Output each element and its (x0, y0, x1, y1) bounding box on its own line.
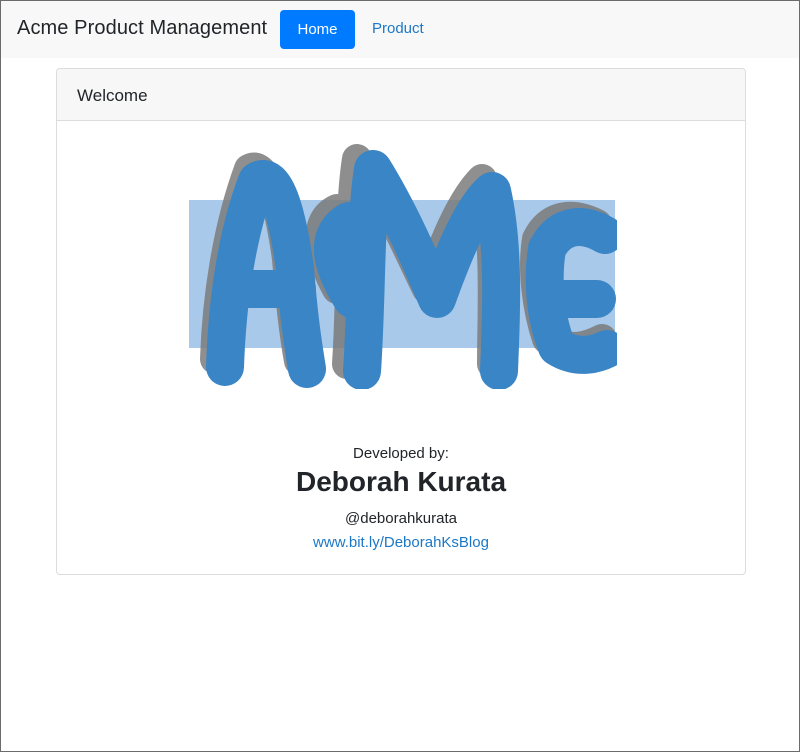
nav-product-link[interactable]: Product (372, 20, 424, 37)
developer-blog-link[interactable]: www.bit.ly/DeborahKsBlog (57, 534, 745, 551)
card-header-title: Welcome (77, 86, 148, 105)
developed-by-label: Developed by: (353, 445, 449, 462)
card-header: Welcome (57, 69, 745, 121)
nav-home-link[interactable]: Home (280, 10, 355, 49)
acme-logo (189, 144, 617, 389)
top-navbar: Acme Product Management Home Product (1, 1, 799, 58)
browser-viewport: Acme Product Management Home Product Wel… (0, 0, 800, 752)
navbar-brand[interactable]: Acme Product Management (17, 17, 267, 40)
developer-name: Deborah Kurata (295, 466, 507, 497)
welcome-card: Welcome Developed by: Deborah Kurata @de… (56, 68, 746, 575)
developer-handle: @deborahkurata (345, 510, 457, 527)
